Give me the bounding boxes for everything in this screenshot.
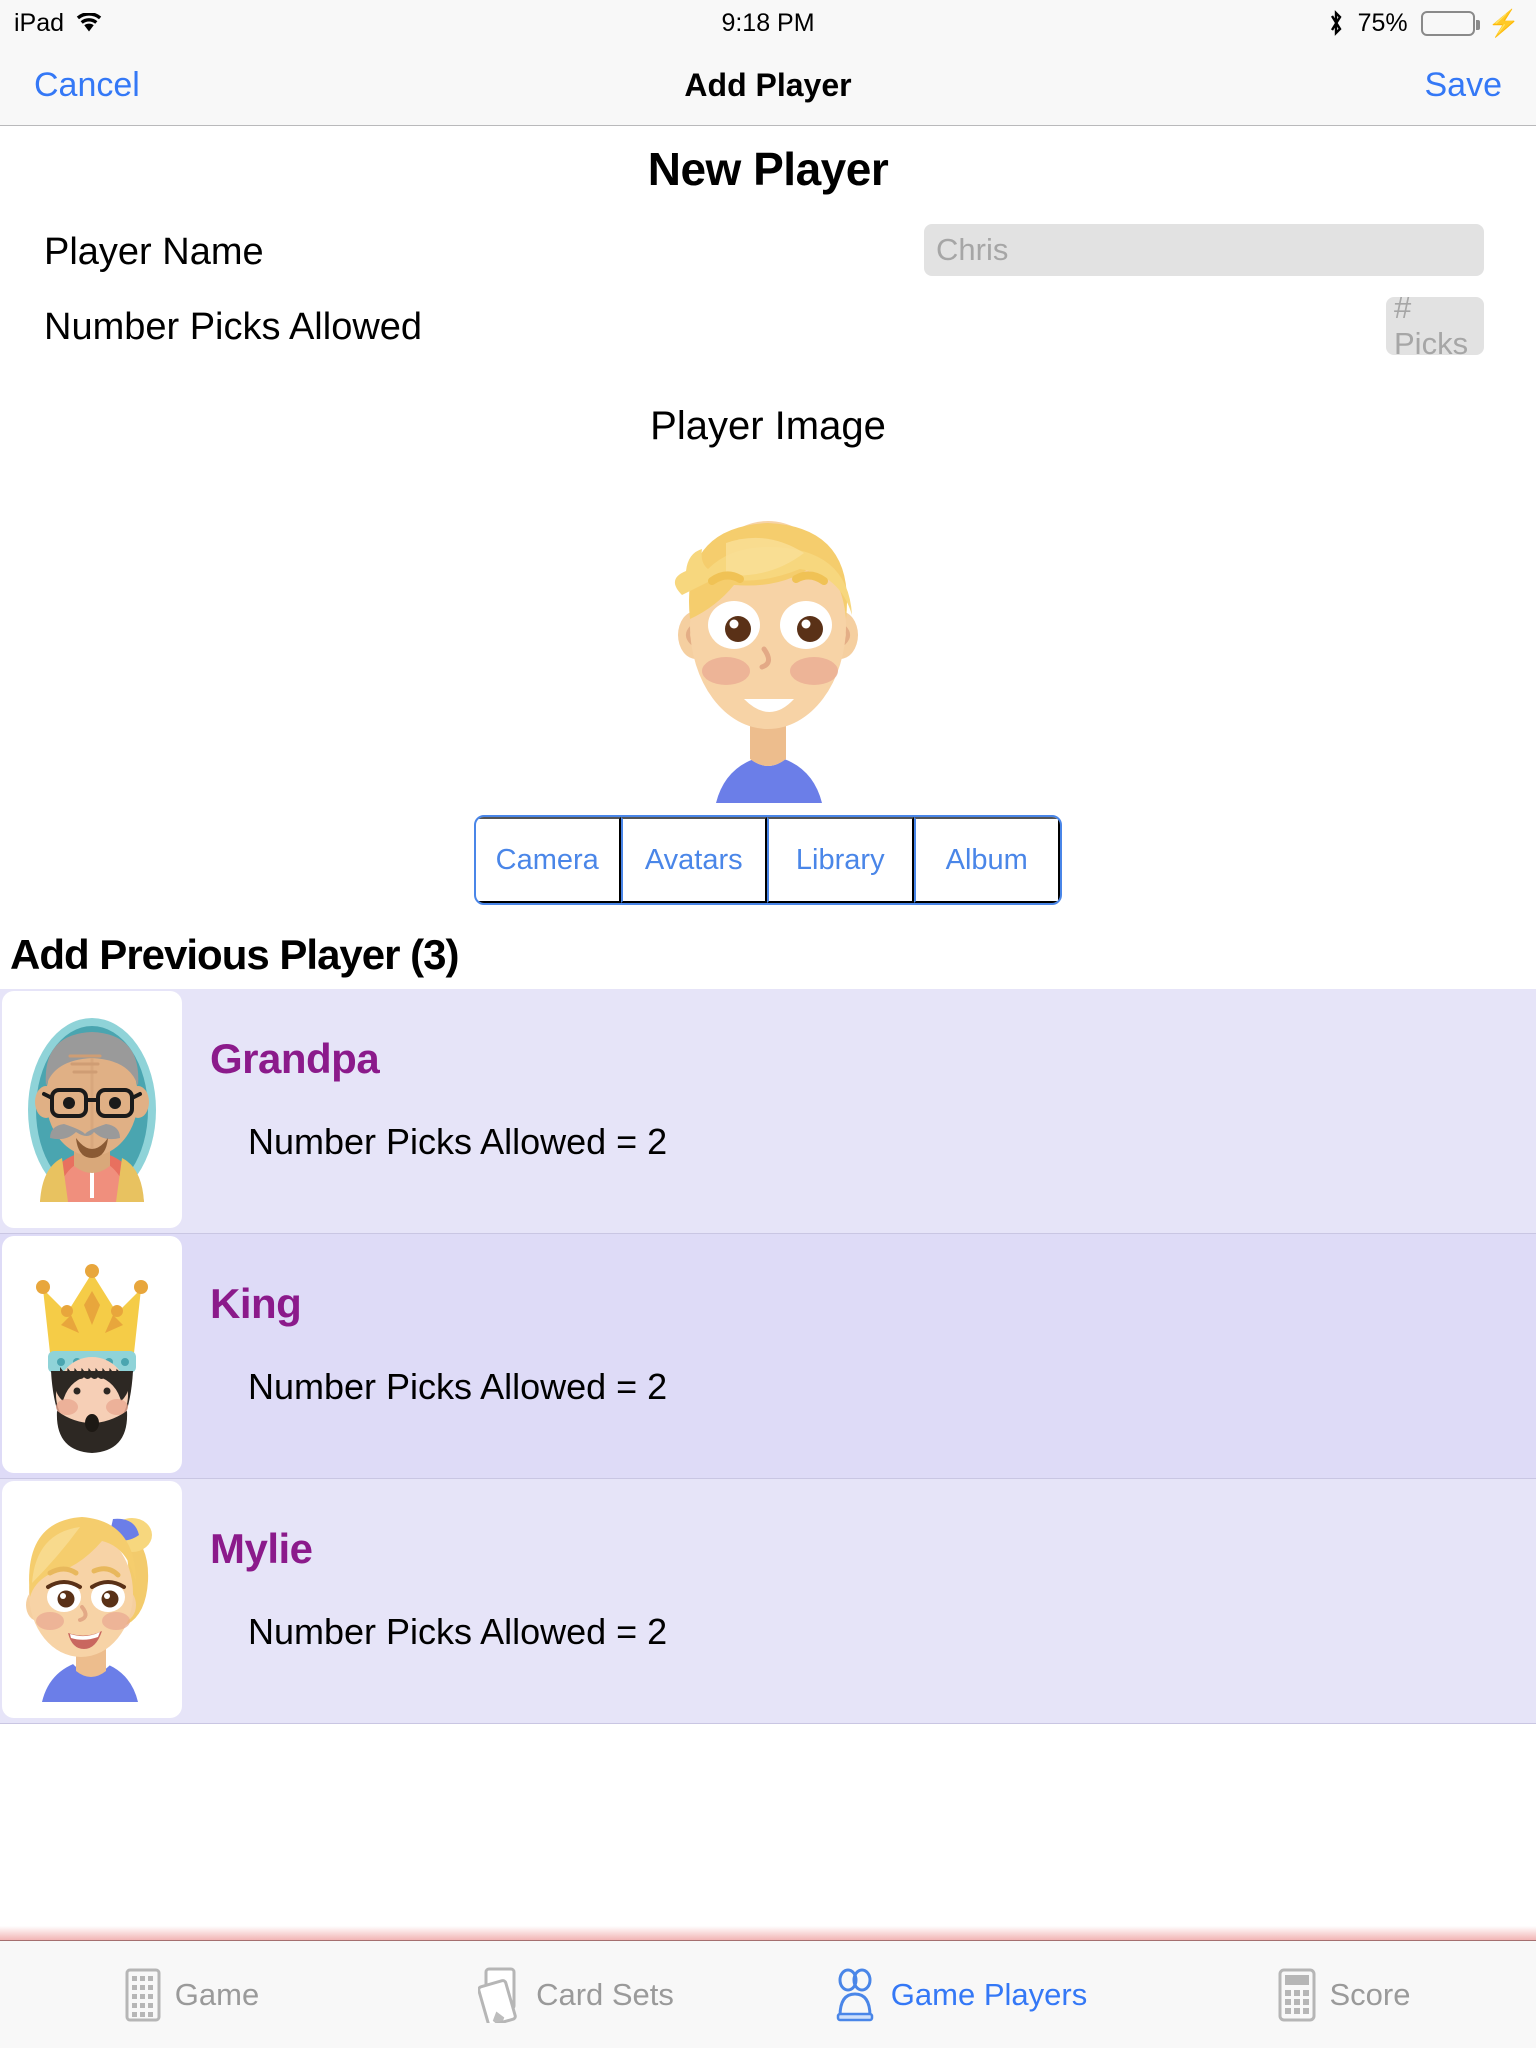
player-name-label: Player Name: [44, 231, 264, 273]
app-root: iPad 9:18 PM 75% ⚡ Cancel Add Player Sav…: [0, 0, 1536, 2048]
player-name-input[interactable]: Chris: [924, 224, 1484, 276]
status-bar-right: 75% ⚡: [1327, 9, 1520, 38]
player-info: Grandpa Number Picks Allowed = 2: [182, 989, 1536, 1163]
girl-avatar: [26, 1517, 152, 1702]
player-name: King: [210, 1280, 302, 1327]
player-picks-detail: Number Picks Allowed = 2: [248, 1611, 668, 1652]
main-content: New Player Player Name Chris Number Pick…: [0, 127, 1536, 1917]
image-source-segmented-control[interactable]: Camera Avatars Library Album: [474, 815, 1062, 905]
number-picks-row: Number Picks Allowed # Picks: [0, 290, 1536, 376]
tab-bar: Game Card Sets Game Players Score: [0, 1940, 1536, 2048]
player-name-row: Player Name Chris: [0, 224, 1536, 301]
player-image-preview[interactable]: [634, 459, 902, 803]
tab-card-sets[interactable]: Card Sets: [384, 1967, 768, 2023]
bluetooth-icon: [1327, 9, 1345, 37]
battery-icon: [1420, 10, 1480, 36]
tab-label: Game: [174, 1976, 260, 2012]
number-picks-label: Number Picks Allowed: [44, 306, 423, 348]
player-name: Mylie: [210, 1525, 313, 1572]
player-image-section-title: Player Image: [650, 404, 886, 448]
lightning-bolt-icon: ⚡: [1487, 8, 1520, 38]
number-picks-input[interactable]: # Picks: [1386, 290, 1484, 361]
table-row[interactable]: Mylie Number Picks Allowed = 2: [0, 1479, 1536, 1724]
tab-bar-accent-line: [0, 1926, 1536, 1940]
segment-camera[interactable]: Camera: [476, 817, 621, 903]
player-name: Grandpa: [210, 1035, 380, 1082]
tab-score[interactable]: Score: [1152, 1968, 1536, 2022]
player-info: Mylie Number Picks Allowed = 2: [182, 1479, 1536, 1653]
segment-album[interactable]: Album: [913, 817, 1060, 903]
calculator-icon: [1278, 1968, 1316, 2022]
player-info: King Number Picks Allowed = 2: [182, 1234, 1536, 1408]
tab-label: Score: [1329, 1976, 1411, 2012]
save-button[interactable]: Save: [1425, 66, 1503, 105]
tab-label: Card Sets: [536, 1976, 674, 2012]
previous-players-header: Add Previous Player (3): [10, 931, 460, 978]
king-avatar: [36, 1263, 148, 1453]
playing-cards-icon: [478, 1967, 522, 2023]
player-avatar-thumbnail: [2, 1481, 182, 1718]
status-bar: iPad 9:18 PM 75% ⚡: [0, 0, 1536, 46]
navigation-bar: Cancel Add Player Save: [0, 46, 1536, 126]
tab-game-players[interactable]: Game Players: [768, 1968, 1152, 2022]
segment-library[interactable]: Library: [767, 817, 914, 903]
segment-avatars[interactable]: Avatars: [620, 817, 767, 903]
people-icon: [833, 1968, 877, 2022]
player-avatar-thumbnail: [2, 991, 182, 1228]
previous-players-list[interactable]: Grandpa Number Picks Allowed = 2 King Nu…: [0, 989, 1536, 1724]
grid-icon: [125, 1968, 161, 2022]
page-title: New Player: [647, 143, 889, 195]
player-picks-detail: Number Picks Allowed = 2: [248, 1366, 668, 1407]
player-avatar-thumbnail: [2, 1236, 182, 1473]
grandpa-avatar: [28, 1017, 156, 1202]
tab-label: Game Players: [890, 1976, 1088, 2012]
status-bar-time: 9:18 PM: [721, 8, 815, 37]
battery-percent-label: 75%: [1357, 8, 1408, 37]
navigation-title: Add Player: [684, 67, 852, 103]
player-picks-detail: Number Picks Allowed = 2: [248, 1121, 668, 1162]
table-row[interactable]: Grandpa Number Picks Allowed = 2: [0, 989, 1536, 1234]
tab-game[interactable]: Game: [0, 1968, 384, 2022]
table-row[interactable]: King Number Picks Allowed = 2: [0, 1234, 1536, 1479]
